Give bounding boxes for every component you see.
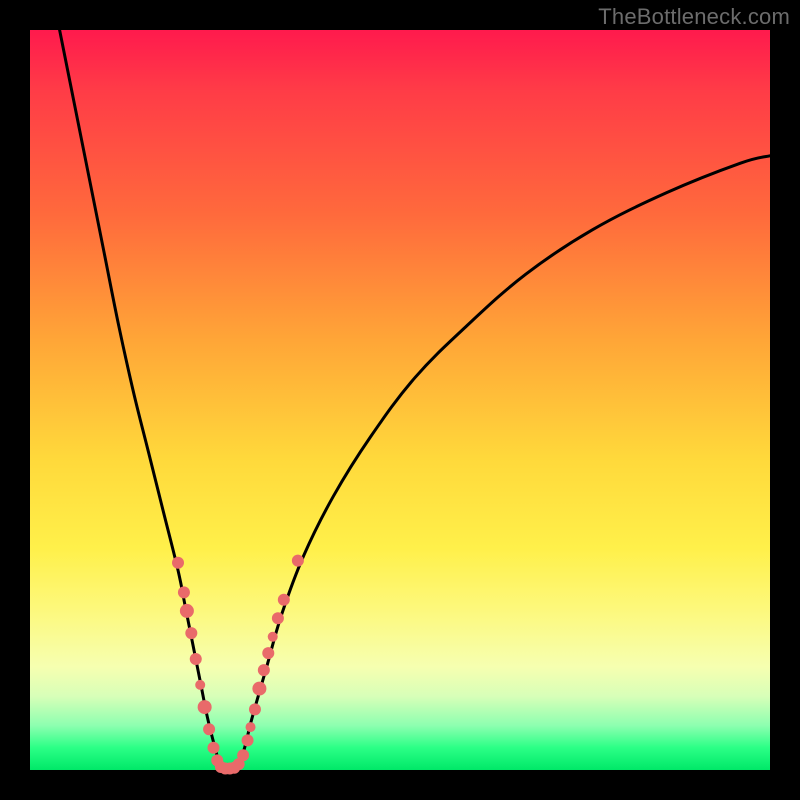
marker-dot [268, 632, 278, 642]
marker-dot [178, 586, 190, 598]
marker-dot [262, 647, 274, 659]
marker-dot [242, 734, 254, 746]
chart-svg [30, 30, 770, 770]
marker-dot [195, 680, 205, 690]
marker-dot [246, 722, 256, 732]
curve-right-branch [237, 156, 770, 770]
marker-dot [292, 555, 304, 567]
marker-dot [172, 557, 184, 569]
marker-dot [180, 604, 194, 618]
marker-dot [252, 682, 266, 696]
marker-dot [203, 723, 215, 735]
marker-dot [272, 612, 284, 624]
marker-dot [185, 627, 197, 639]
chart-frame: TheBottleneck.com [0, 0, 800, 800]
watermark-text: TheBottleneck.com [598, 4, 790, 30]
bottleneck-curves [60, 30, 770, 770]
marker-dot [198, 700, 212, 714]
marker-dot [208, 742, 220, 754]
marker-dot [249, 703, 261, 715]
scatter-markers [172, 555, 304, 775]
marker-dot [278, 594, 290, 606]
marker-dot [190, 653, 202, 665]
plot-area [30, 30, 770, 770]
marker-dot [258, 664, 270, 676]
marker-dot [237, 749, 249, 761]
